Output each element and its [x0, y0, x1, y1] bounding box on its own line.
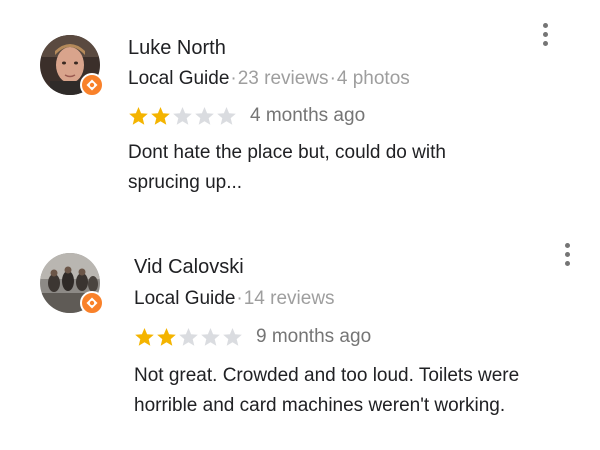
- star-rating: [128, 106, 237, 126]
- more-options-button[interactable]: [555, 239, 579, 269]
- local-guide-badge-icon: [80, 73, 104, 97]
- more-vert-icon: [564, 251, 570, 257]
- more-vert-icon: [542, 31, 548, 37]
- avatar[interactable]: [40, 35, 104, 97]
- star-empty-icon: [201, 328, 220, 346]
- star-filled-icon: [129, 107, 148, 125]
- more-vert-icon: [564, 260, 570, 266]
- author-name[interactable]: Vid Calovski: [134, 256, 244, 279]
- star-empty-icon: [223, 328, 242, 346]
- star-filled-icon: [135, 328, 154, 346]
- meta-separator: ·: [236, 288, 243, 309]
- avatar[interactable]: [40, 253, 104, 315]
- more-vert-icon: [542, 22, 548, 28]
- review-card: Vid Calovski Local Guide·14 reviews 9 mo…: [0, 225, 600, 450]
- review-time: 9 months ago: [256, 326, 372, 347]
- more-vert-icon: [542, 40, 548, 46]
- local-guide-label: Local Guide: [128, 68, 230, 89]
- local-guide-badge-icon: [80, 291, 104, 315]
- reviews-count: 23 reviews: [237, 68, 329, 89]
- more-options-button[interactable]: [533, 19, 557, 49]
- review-text: Not great. Crowded and too loud. Toilets…: [134, 365, 520, 416]
- star-empty-icon: [217, 107, 236, 125]
- meta-separator: ·: [329, 68, 336, 89]
- star-filled-icon: [151, 107, 170, 125]
- local-guide-label: Local Guide: [134, 288, 236, 309]
- review-text: Dont hate the place but, could do with s…: [128, 142, 446, 193]
- star-empty-icon: [179, 328, 198, 346]
- review-time: 4 months ago: [250, 105, 366, 126]
- star-rating: [134, 327, 243, 347]
- reviews-count: 14 reviews: [243, 288, 335, 309]
- author-name[interactable]: Luke North: [128, 37, 226, 60]
- star-empty-icon: [173, 107, 192, 125]
- rating-row: 4 months ago: [128, 105, 365, 127]
- author-meta: Local Guide·14 reviews: [134, 288, 335, 310]
- photos-count: 4 photos: [336, 68, 410, 89]
- author-meta: Local Guide·23 reviews·4 photos: [128, 68, 410, 90]
- star-filled-icon: [157, 328, 176, 346]
- more-vert-icon: [564, 242, 570, 248]
- rating-row: 9 months ago: [134, 326, 371, 348]
- star-empty-icon: [195, 107, 214, 125]
- meta-separator: ·: [230, 68, 237, 89]
- review-card: Luke North Local Guide·23 reviews·4 phot…: [0, 0, 600, 225]
